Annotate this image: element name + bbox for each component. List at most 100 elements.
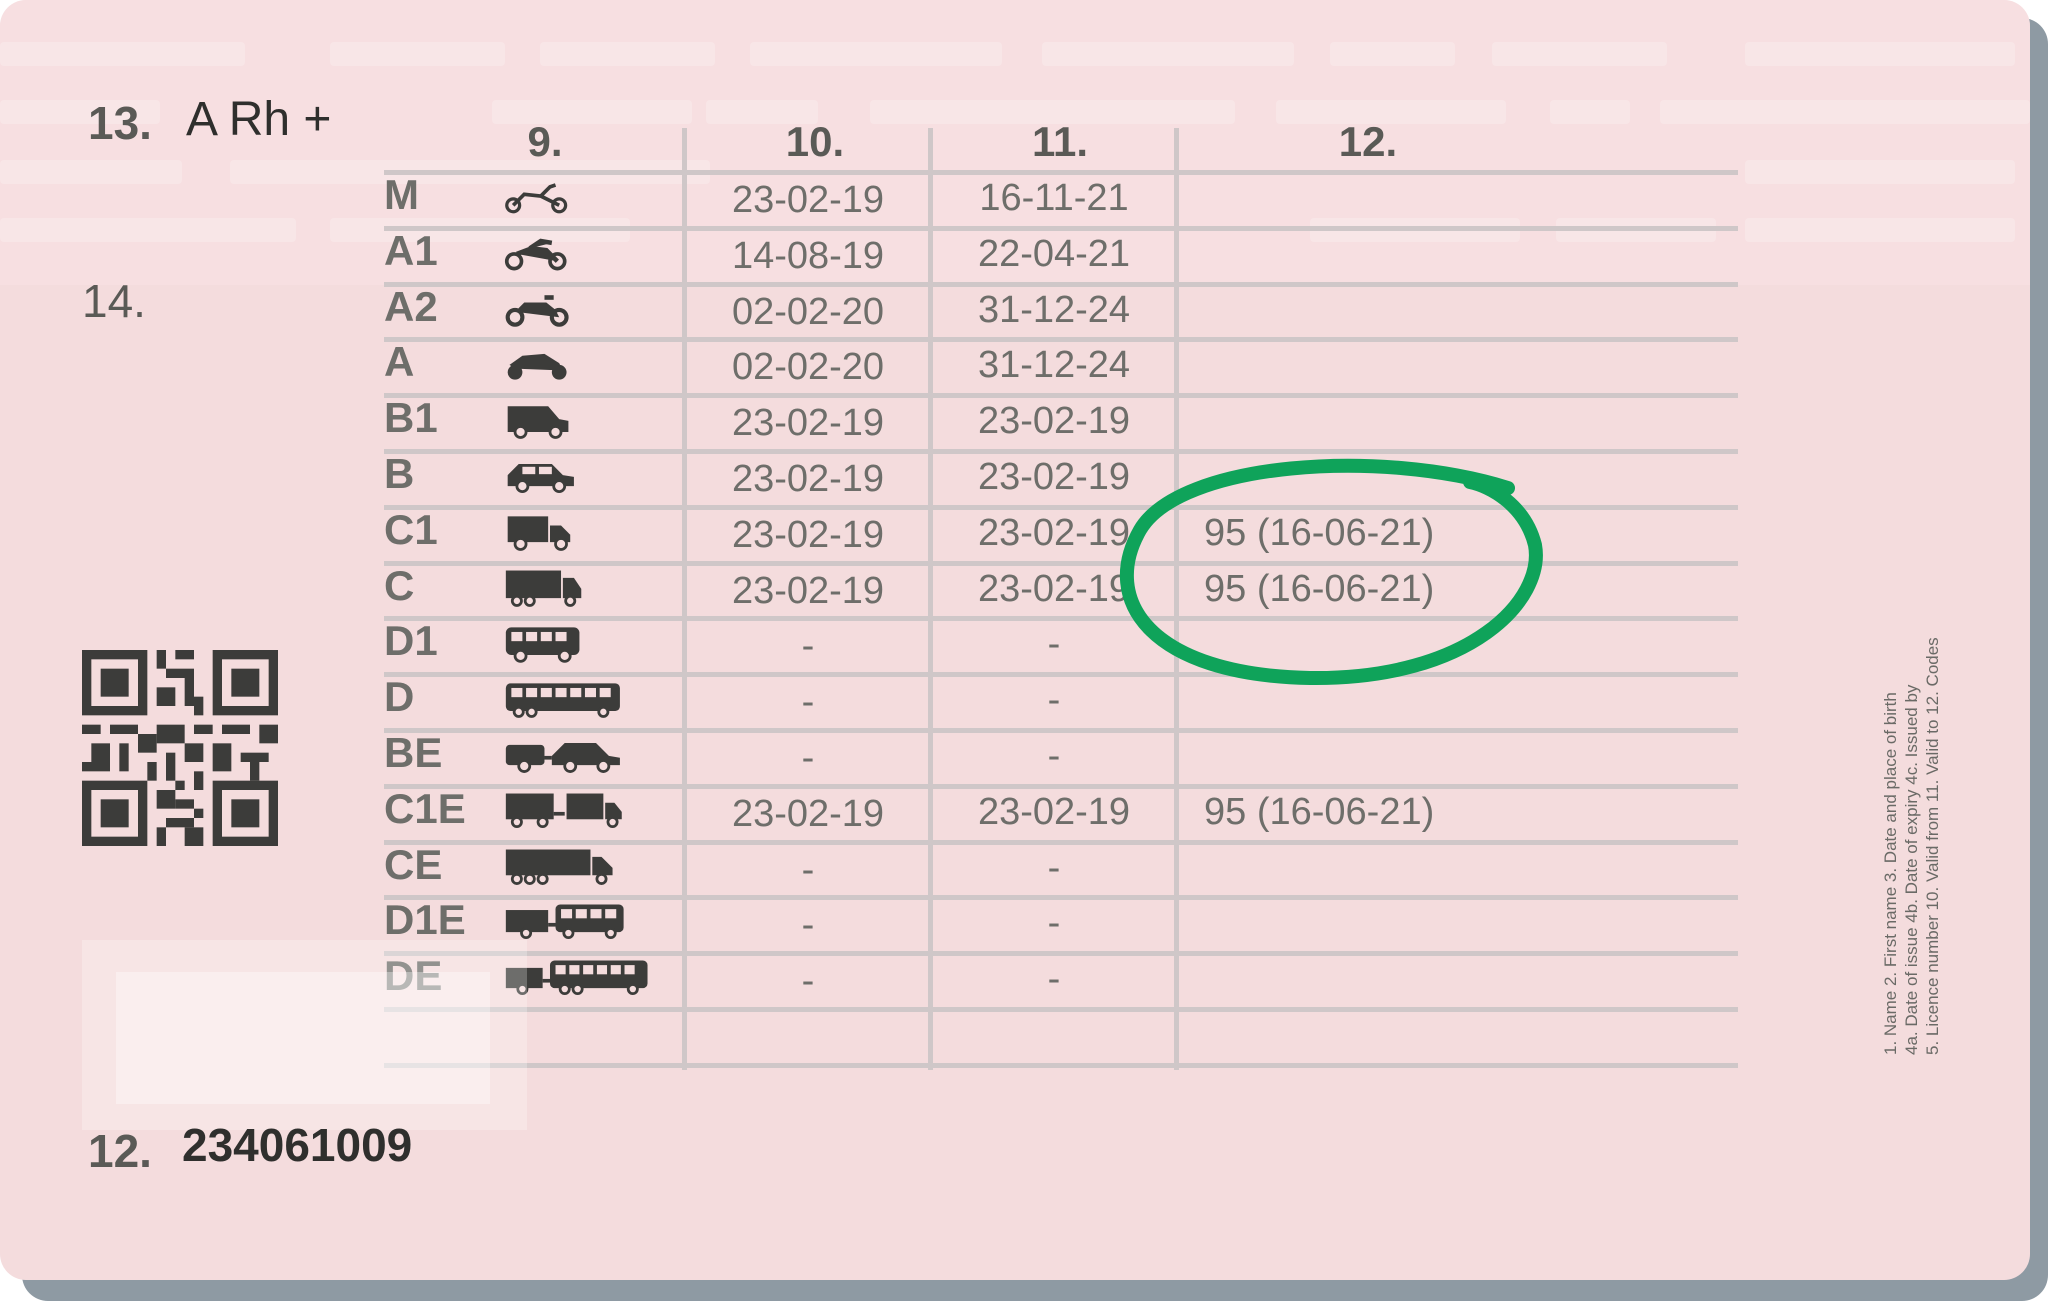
field-13-label: 13.	[88, 97, 152, 149]
articulated-truck-icon	[505, 849, 613, 885]
table-rule	[384, 337, 1738, 342]
truck-with-trailer-icon	[505, 793, 622, 828]
valid-from-cell: 02-02-20	[731, 290, 885, 333]
valid-to-cell: -	[1047, 846, 1061, 889]
category-label: C	[384, 561, 415, 609]
stripe	[1745, 42, 2015, 66]
valid-from-cell: 02-02-20	[731, 346, 885, 389]
field-14-label: 14.	[82, 275, 146, 327]
valid-from-cell: -	[801, 625, 815, 668]
valid-to-cell: 16-11-21	[979, 177, 1129, 219]
valid-to-cell: 23-02-19	[977, 456, 1131, 498]
valid-to-cell: 22-04-21	[977, 232, 1131, 275]
blood-group-value: A Rh +	[186, 93, 332, 146]
valid-to-cell: -	[1047, 958, 1061, 1001]
column-header-codes: 12.	[1338, 118, 1398, 165]
category-label: A2	[384, 282, 438, 330]
valid-from-cell: 23-02-19	[731, 792, 885, 835]
category-label: B	[384, 450, 415, 497]
table-rule	[384, 616, 1738, 621]
truck-icon	[505, 570, 582, 607]
small-truck-icon	[507, 516, 571, 551]
faded-photo-inner	[116, 972, 490, 1104]
light-motorcycle-icon	[504, 238, 567, 271]
table-column-rule	[1174, 128, 1179, 1070]
valid-from-cell: -	[801, 737, 815, 779]
stripe	[750, 42, 1002, 66]
valid-to-cell: 31-12-24	[977, 288, 1131, 331]
field-legend: 1. Name 2. First name 3. Date and place …	[1880, 495, 1943, 1055]
motorcycle-icon	[505, 294, 569, 327]
stripe	[1042, 42, 1294, 66]
codes-cell: 95 (16-06-21)	[1204, 790, 1435, 833]
legend-line: 5. Licence number 10. Valid from 11. Val…	[1923, 637, 1942, 1055]
table-rule	[384, 728, 1738, 733]
category-label: A1	[384, 226, 438, 274]
table-rule	[384, 282, 1738, 287]
table-column-rule	[682, 128, 687, 1070]
codes-cell: 95 (16-06-21)	[1204, 511, 1435, 554]
valid-from-cell: -	[801, 960, 815, 1003]
sport-motorcycle-icon	[507, 354, 567, 381]
category-label: M	[384, 171, 419, 218]
stripe	[1745, 160, 2015, 184]
stripe	[1660, 100, 2030, 124]
table-rule	[384, 1063, 1738, 1068]
table-rule	[384, 672, 1738, 677]
table-column-rule	[928, 128, 933, 1070]
stripe	[1550, 100, 1630, 124]
driving-licence-card: 13. A Rh + 14. 9. 10. 11. 12. M 23-02-19 1…	[0, 0, 2030, 1280]
bus-icon	[505, 683, 620, 719]
valid-to-cell: 23-02-19	[977, 790, 1131, 833]
column-header-valid-to: 11.	[1031, 118, 1089, 165]
valid-from-cell: 23-02-19	[731, 179, 885, 221]
category-label: BE	[384, 729, 443, 776]
legend-line: 4a. Date of issue 4b. Date of expiry 4c.…	[1902, 684, 1921, 1055]
valid-from-cell: 14-08-19	[731, 234, 885, 277]
column-header-valid-from: 10.	[785, 118, 845, 165]
category-label: C1	[384, 505, 438, 553]
valid-to-cell: 31-12-24	[977, 344, 1131, 387]
car-icon	[507, 464, 574, 494]
valid-to-cell: -	[1047, 735, 1061, 777]
stripe	[1492, 42, 1667, 66]
category-label: D1	[384, 617, 438, 665]
valid-from-cell: -	[801, 681, 815, 724]
qr-code	[82, 650, 278, 846]
stripe	[540, 42, 715, 66]
minibus-icon	[505, 627, 580, 664]
table-rule	[384, 895, 1738, 900]
minibus-with-trailer-icon	[505, 904, 624, 940]
stripe	[0, 160, 182, 184]
category-label: CE	[384, 840, 443, 888]
table-rule	[384, 505, 1738, 510]
van-icon	[507, 406, 569, 440]
valid-to-cell: 23-02-19	[977, 511, 1131, 554]
codes-cell: 95 (16-06-21)	[1204, 567, 1435, 610]
column-header-categories: 9.	[527, 118, 563, 165]
moped-icon	[505, 183, 568, 214]
table-rule	[384, 226, 1738, 231]
valid-from-cell: 23-02-19	[731, 569, 885, 612]
valid-from-cell: 23-02-19	[731, 402, 885, 445]
valid-to-cell: 23-02-19	[977, 400, 1131, 443]
valid-from-cell: 23-02-19	[731, 458, 885, 500]
category-label: A	[384, 338, 415, 386]
stripe	[1745, 218, 2015, 242]
valid-from-cell: -	[801, 904, 815, 947]
valid-to-cell: 23-02-19	[977, 567, 1131, 610]
valid-to-cell: -	[1047, 623, 1061, 666]
stripe	[330, 42, 505, 66]
table-rule	[384, 840, 1738, 845]
legend-line: 1. Name 2. First name 3. Date and place …	[1881, 692, 1900, 1055]
table-rule	[384, 784, 1738, 789]
table-rule	[384, 449, 1738, 454]
table-rule	[384, 561, 1738, 566]
licence-number-value: 234061009	[182, 1119, 413, 1171]
table-rule	[384, 170, 1738, 175]
valid-to-cell: -	[1047, 902, 1061, 945]
category-label: B1	[384, 394, 438, 442]
stripe	[1330, 42, 1455, 66]
table-rule	[384, 1007, 1738, 1012]
table-rule	[384, 393, 1738, 398]
